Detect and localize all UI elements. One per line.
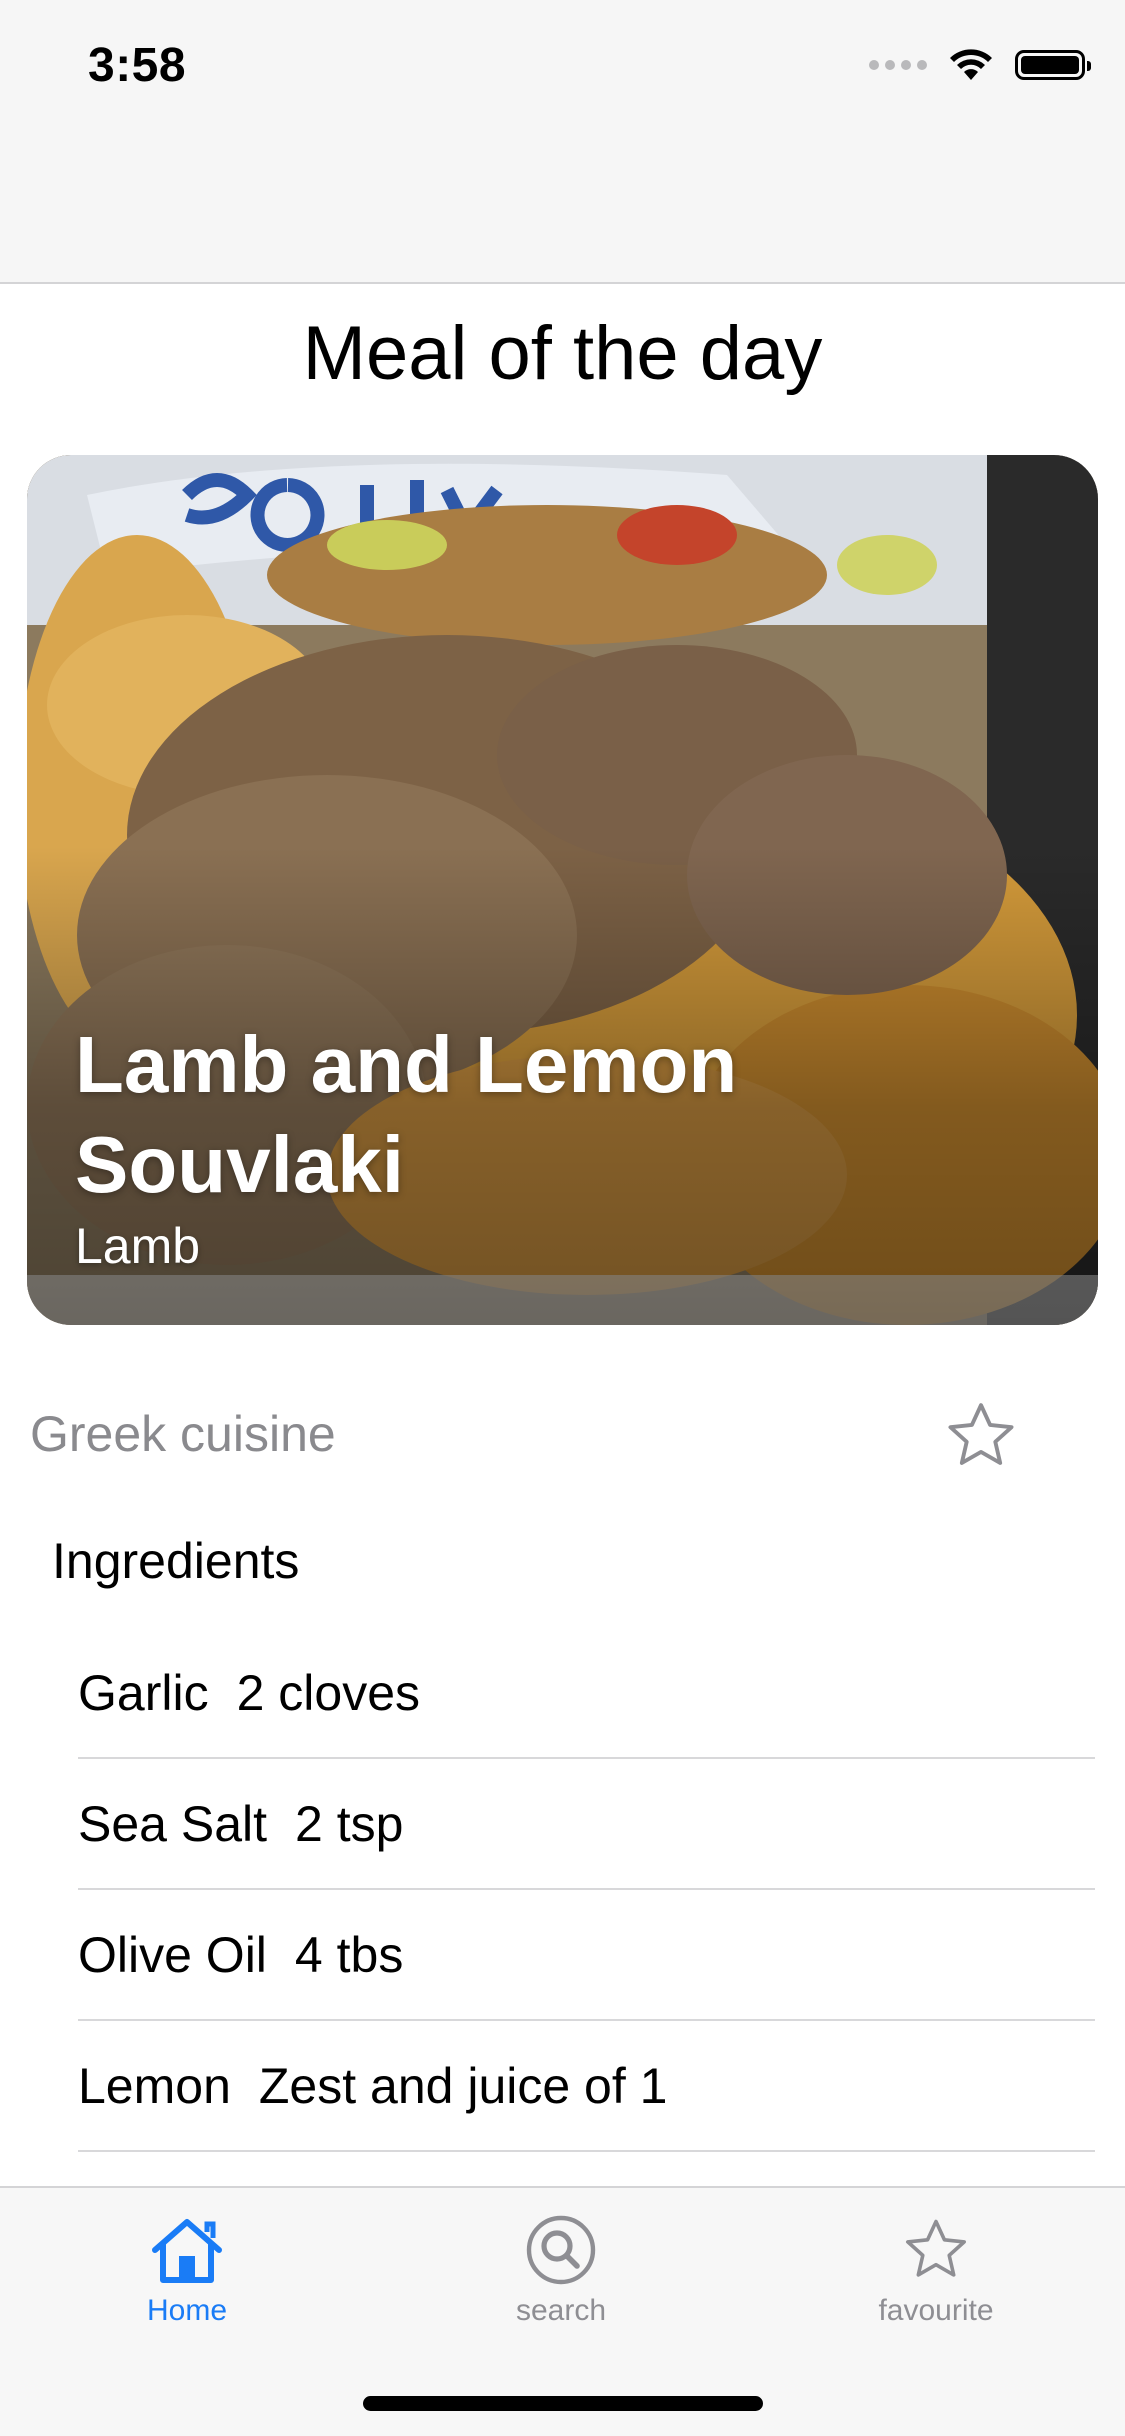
ingredient-measure: 4 tbs <box>294 1926 404 1983</box>
ingredient-row: Lemon Zest and juice of 1 <box>78 2021 1095 2152</box>
ingredient-row: Olive Oil 4 tbs <box>78 1890 1095 2021</box>
ingredient-name: Olive Oil <box>78 1926 267 1983</box>
magnifier-icon <box>526 2215 596 2285</box>
wifi-icon <box>950 49 992 80</box>
ingredient-row: Sea Salt 2 tsp <box>78 1759 1095 1890</box>
status-time: 3:58 <box>88 39 187 92</box>
star-icon <box>906 2219 966 2277</box>
ingredient-name: Garlic <box>78 1664 209 1721</box>
battery-icon <box>1015 50 1091 80</box>
tab-favourite[interactable]: favourite <box>806 2214 1066 2328</box>
meal-hero-card[interactable]: Lamb and Lemon Souvlaki Lamb <box>27 455 1098 1325</box>
tab-search-label: search <box>515 2294 607 2327</box>
signal-icon <box>869 60 927 70</box>
ingredient-measure: Zest and juice of 1 <box>258 2057 668 2114</box>
favourite-toggle-button[interactable] <box>942 1397 1020 1475</box>
ingredient-measure: 2 tsp <box>295 1795 404 1852</box>
star-outline-icon <box>948 1403 1014 1465</box>
meal-name: Lamb and Lemon Souvlaki <box>75 1020 738 1209</box>
home-indicator[interactable] <box>363 2396 763 2411</box>
tab-search[interactable]: search <box>431 2214 691 2328</box>
page-title: Meal of the day <box>302 311 823 396</box>
tab-home[interactable]: Home <box>57 2214 317 2328</box>
cuisine-row: Greek cuisine <box>30 1403 1030 1475</box>
ingredient-name: Sea Salt <box>78 1795 268 1852</box>
app-screen: 3:58 Meal of the day Lamb and Lemon Souv… <box>0 0 1125 2436</box>
cuisine-label: Greek cuisine <box>30 1406 336 1462</box>
ingredient-list: Garlic 2 cloves Sea Salt 2 tsp Olive Oil… <box>78 1628 1095 2152</box>
ingredient-name: Lemon <box>78 2057 231 2114</box>
status-icons <box>869 48 1091 82</box>
ingredients-heading: Ingredients <box>52 1533 300 1589</box>
meal-category: Lamb <box>75 1218 201 1274</box>
status-and-nav-bar: 3:58 <box>0 0 1125 284</box>
ingredient-row: Garlic 2 cloves <box>78 1628 1095 1759</box>
tab-home-label: Home <box>146 2294 228 2327</box>
ingredient-measure: 2 cloves <box>236 1664 421 1721</box>
tab-favourite-label: favourite <box>878 2294 994 2327</box>
house-icon <box>152 2219 222 2283</box>
